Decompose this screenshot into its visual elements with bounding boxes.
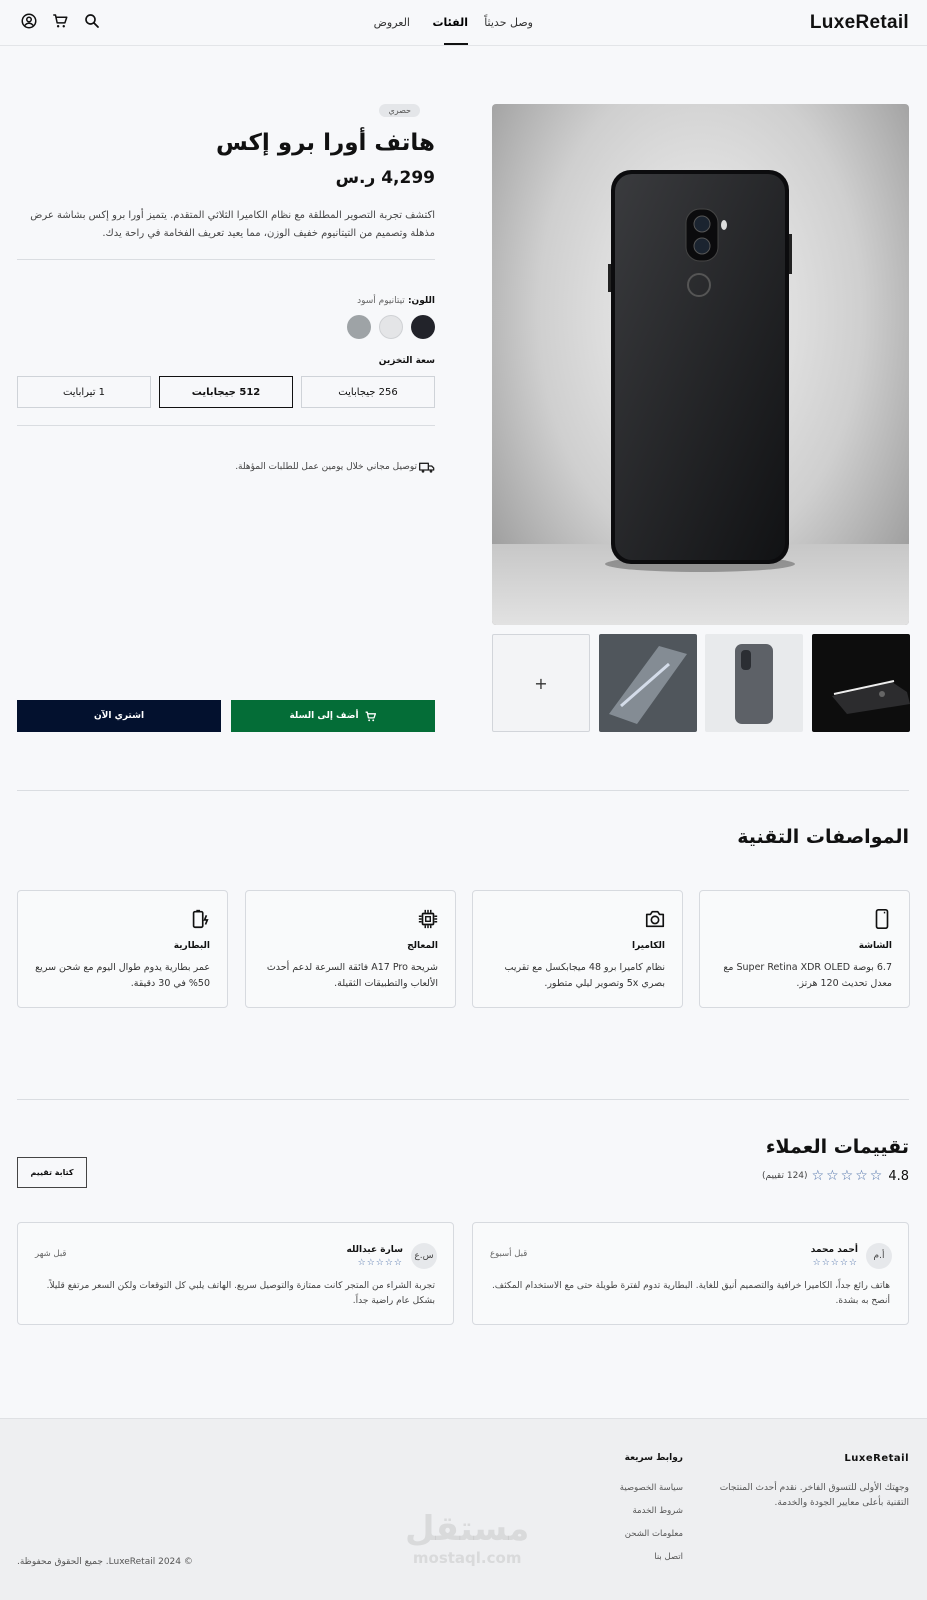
- nav-active-indicator: [444, 43, 468, 45]
- reviews-title: تقييمات العملاء: [765, 1136, 909, 1158]
- quick-links-title: روابط سريعة: [624, 1453, 683, 1463]
- section-divider: [17, 790, 909, 791]
- storage-option-1tb[interactable]: 1 تيرابايت: [17, 376, 151, 408]
- account-icon[interactable]: [20, 12, 38, 30]
- add-to-cart-button[interactable]: أضف إلى السلة: [231, 700, 435, 732]
- add-image-thumbnail[interactable]: +: [492, 634, 590, 732]
- watermark: مستقل mostaql.com: [405, 1509, 530, 1567]
- spec-card-battery: البطارية عمر بطارية يدوم طوال اليوم مع ش…: [17, 890, 228, 1008]
- storage-option-256[interactable]: 256 جيجابايت: [301, 376, 435, 408]
- review-card: س.ع سارة عبدالله ☆☆☆☆☆ قبل شهر تجربة الش…: [17, 1222, 454, 1325]
- exclusive-badge: حصري: [379, 104, 420, 117]
- review-text: تجربة الشراء من المتجر كانت ممتازة والتو…: [46, 1281, 435, 1306]
- color-swatch-black[interactable]: [411, 315, 435, 339]
- footer-link-shipping[interactable]: معلومات الشحن: [625, 1529, 683, 1539]
- color-value: تيتانيوم أسود: [357, 296, 405, 306]
- logo[interactable]: LuxeRetail: [810, 12, 909, 34]
- footer-link-terms[interactable]: شروط الخدمة: [633, 1506, 684, 1516]
- storage-option-512[interactable]: 512 جيجابايت: [159, 376, 293, 408]
- review-text: هاتف رائع جداً، الكاميرا خرافية والتصميم…: [491, 1281, 890, 1306]
- spec-card-camera: الكاميرا نظام كاميرا برو 48 ميجابكسل مع …: [472, 890, 683, 1008]
- thumbnail-3[interactable]: [599, 634, 697, 732]
- review-stars: ☆☆☆☆☆: [812, 1258, 858, 1268]
- spec-title: البطارية: [173, 941, 210, 951]
- product-price: 4,299 ر.س: [335, 168, 435, 188]
- avatar: س.ع: [411, 1243, 437, 1269]
- thumbnail-phone-glass: [609, 646, 687, 724]
- cart-icon[interactable]: [51, 12, 69, 30]
- spec-description: 6.7 بوصة Super Retina XDR OLED مع معدل ت…: [723, 962, 892, 989]
- footer-link-privacy[interactable]: سياسة الخصوصية: [620, 1483, 683, 1493]
- color-label: اللون: تيتانيوم أسود: [357, 296, 435, 306]
- review-date: قبل شهر: [35, 1249, 67, 1259]
- spec-title: الكاميرا: [631, 941, 665, 951]
- site-footer: LuxeRetail وجهتك الأولى للتسوق الفاخر. ن…: [0, 1418, 927, 1600]
- avatar: أ.م: [866, 1243, 892, 1269]
- reviewer-name: أحمد محمد: [810, 1245, 858, 1255]
- spec-description: نظام كاميرا برو 48 ميجابكسل مع تقريب بصر…: [504, 962, 665, 989]
- write-review-button[interactable]: كتابة تقييم: [17, 1157, 87, 1188]
- product-description: اكتشف تجربة التصوير المطلقة مع نظام الكا…: [30, 210, 435, 239]
- cart-icon: [365, 711, 376, 721]
- review-stars: ☆☆☆☆☆: [357, 1258, 403, 1268]
- color-swatch-gray[interactable]: [347, 315, 371, 339]
- reviewer-name: سارة عبدالله: [346, 1245, 403, 1255]
- spec-title: الشاشة: [858, 941, 892, 951]
- copyright: © 2024 LuxeRetail. جميع الحقوق محفوظة.: [17, 1557, 193, 1567]
- thumbnail-2[interactable]: [705, 634, 803, 732]
- camera-icon: [645, 910, 665, 928]
- spec-description: عمر بطارية يدوم طوال اليوم مع شحن سريع 5…: [35, 962, 210, 989]
- spec-card-processor: المعالج شريحة A17 Pro فائقة السرعة لدعم …: [245, 890, 456, 1008]
- site-header: LuxeRetail وصل حديثاً الفئات العروض: [0, 0, 927, 46]
- thumbnail-1[interactable]: [812, 634, 910, 732]
- rating-stars: ☆☆☆☆☆: [811, 1168, 885, 1184]
- battery-charging-icon: [192, 909, 209, 929]
- rating-summary: 4.8 ☆☆☆☆☆ (124 تقييم): [762, 1168, 909, 1184]
- nav-new-arrivals[interactable]: وصل حديثاً: [484, 16, 533, 29]
- spec-title: المعالج: [407, 941, 438, 951]
- product-title: هاتف أورا برو إكس: [216, 130, 435, 156]
- nav-offers[interactable]: العروض: [374, 16, 410, 29]
- nav-categories[interactable]: الفئات: [433, 16, 469, 29]
- thumbnail-phone-edge: [832, 680, 910, 714]
- spec-description: شريحة A17 Pro فائقة السرعة لدعم أحدث الأ…: [266, 962, 438, 989]
- phone-icon: [875, 909, 889, 929]
- specs-title: المواصفات التقنية: [737, 826, 909, 848]
- storage-label: سعة التخزين: [378, 356, 435, 366]
- truck-icon: [419, 462, 435, 473]
- phone-image: [492, 170, 909, 625]
- buy-now-button[interactable]: اشتري الآن: [17, 700, 221, 732]
- shipping-note: توصيل مجاني خلال يومين عمل للطلبات المؤه…: [235, 462, 417, 472]
- search-icon[interactable]: [83, 12, 101, 30]
- review-date: قبل أسبوع: [490, 1249, 528, 1259]
- rating-value: 4.8: [888, 1168, 909, 1184]
- rating-count: (124 تقييم): [761, 1171, 808, 1181]
- footer-brand: LuxeRetail: [844, 1453, 909, 1464]
- section-divider: [17, 1099, 909, 1100]
- footer-about: وجهتك الأولى للتسوق الفاخر. نقدم أحدث ال…: [719, 1483, 909, 1508]
- spec-card-display: الشاشة 6.7 بوصة Super Retina XDR OLED مع…: [699, 890, 910, 1008]
- footer-link-contact[interactable]: اتصل بنا: [654, 1552, 683, 1562]
- divider: [17, 259, 435, 260]
- divider: [17, 425, 435, 426]
- add-to-cart-label: أضف إلى السلة: [289, 711, 359, 721]
- color-swatch-silver[interactable]: [379, 315, 403, 339]
- product-main-image[interactable]: [492, 104, 909, 625]
- thumbnail-phone-back: [735, 644, 773, 724]
- review-card: أ.م أحمد محمد ☆☆☆☆☆ قبل أسبوع هاتف رائع …: [472, 1222, 909, 1325]
- chip-icon: [418, 909, 438, 929]
